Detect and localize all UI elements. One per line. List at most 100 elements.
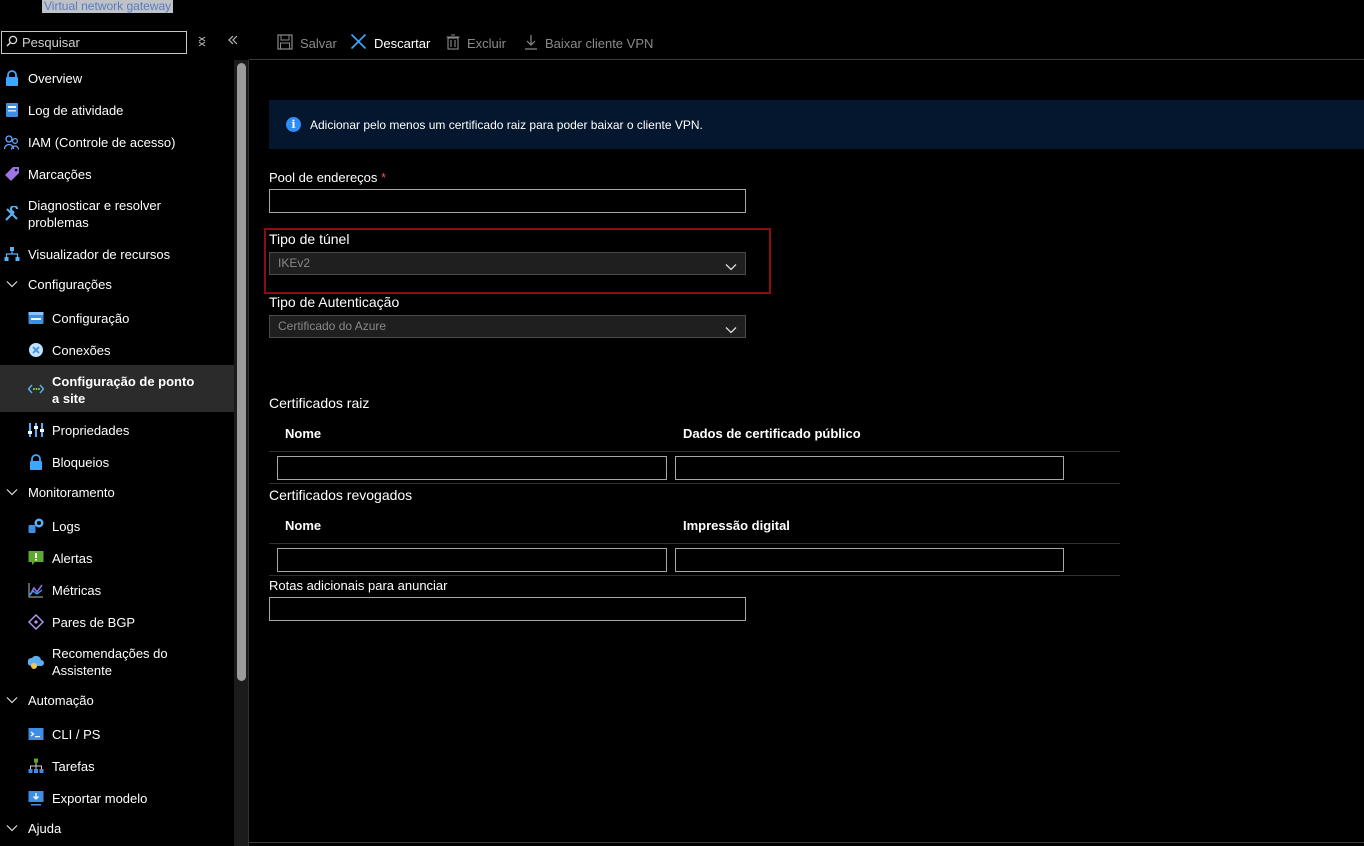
- download-label: Baixar cliente VPN: [545, 35, 654, 51]
- auth-type-select[interactable]: Certificado do Azure: [269, 315, 746, 338]
- sidebar-item-label: Assistente: [52, 663, 112, 678]
- address-pool-label: Pool de endereços *: [269, 170, 386, 185]
- close-icon: [350, 33, 367, 53]
- sidebar-item-label: Visualizador de recursos: [28, 247, 171, 262]
- tunnel-type-label: Tipo de túnel: [269, 231, 350, 247]
- download-vpn-client-button[interactable]: Baixar cliente VPN: [524, 33, 653, 53]
- sidebar-item-logs[interactable]: Logs: [0, 516, 234, 536]
- hierarchy-icon: [4, 246, 20, 262]
- metrics-icon: [28, 582, 44, 598]
- sidebar-item-iam[interactable]: IAM (Controle de acesso): [0, 132, 234, 152]
- sidebar-item-label: Propriedades: [52, 423, 130, 438]
- sidebar-group-monitoring[interactable]: Monitoramento: [0, 482, 234, 502]
- sidebar-item-label: Conexões: [52, 343, 111, 358]
- sidebar-item-export-template[interactable]: Exportar modelo: [0, 788, 234, 808]
- command-bar: Salvar Descartar Excluir Baixar cliente …: [249, 28, 1364, 60]
- terminal-icon: [28, 726, 44, 742]
- additional-routes-input[interactable]: [269, 597, 746, 621]
- sidebar-item-label: CLI / PS: [52, 727, 101, 742]
- sidebar-item-tags[interactable]: Marcações: [0, 164, 234, 184]
- sidebar-item-bgp-peers[interactable]: Pares de BGP: [0, 612, 234, 632]
- sidebar-item-overview[interactable]: Overview: [0, 68, 234, 88]
- tasks-icon: [28, 758, 44, 774]
- sidebar-item-label: Marcações: [28, 167, 92, 182]
- divider: [248, 60, 249, 846]
- tag-icon: [4, 166, 20, 182]
- properties-icon: [28, 422, 44, 438]
- discard-button[interactable]: Descartar: [350, 33, 430, 53]
- additional-routes-label: Rotas adicionais para anunciar: [269, 578, 448, 593]
- sidebar-item-label: Logs: [52, 519, 81, 534]
- delete-button[interactable]: Excluir: [446, 33, 506, 53]
- chevron-down-icon: [4, 692, 20, 708]
- sidebar-item-label: Alertas: [52, 551, 93, 566]
- revoked-certificates-title: Certificados revogados: [269, 487, 413, 503]
- root-col-data: Dados de certificado público: [683, 426, 861, 441]
- sidebar-item-locks[interactable]: Bloqueios: [0, 452, 234, 472]
- auth-type-label: Tipo de Autenticação: [269, 294, 400, 310]
- chevron-down-icon: [4, 484, 20, 500]
- sidebar-item-label: Diagnosticar e resolver: [28, 198, 161, 213]
- lock-icon: [4, 70, 20, 86]
- divider: [249, 842, 1364, 843]
- revoked-col-name: Nome: [285, 518, 322, 533]
- sidebar-item-tasks[interactable]: Tarefas: [0, 756, 234, 776]
- download-icon: [524, 34, 538, 53]
- sidebar-item-label: problemas: [28, 215, 89, 230]
- sidebar-group-help[interactable]: Ajuda: [0, 818, 234, 838]
- auth-type-value: Certificado do Azure: [278, 319, 387, 333]
- advisor-icon: [28, 654, 44, 670]
- sidebar-item-configuration[interactable]: Configuração: [0, 308, 234, 328]
- sidebar-item-metrics[interactable]: Métricas: [0, 580, 234, 600]
- chevron-down-icon: [4, 820, 20, 836]
- sidebar-item-activity-log[interactable]: Log de atividade: [0, 100, 234, 120]
- people-icon: [4, 134, 20, 150]
- address-pool-input[interactable]: [269, 189, 746, 213]
- sidebar-item-point-to-site[interactable]: Configuração de ponto a site: [0, 365, 234, 412]
- chevron-down-icon: [4, 276, 20, 292]
- sidebar-item-diagnose[interactable]: Diagnosticar e resolver problemas: [0, 196, 234, 232]
- sidebar-item-advisor[interactable]: Recomendações do Assistente: [0, 644, 234, 680]
- table-divider: [269, 483, 1120, 484]
- sidebar-item-alerts[interactable]: Alertas: [0, 548, 234, 568]
- sidebar-item-label: Pares de BGP: [52, 615, 136, 630]
- wrench-icon: [4, 206, 20, 222]
- sidebar-item-properties[interactable]: Propriedades: [0, 420, 234, 440]
- chevron-down-icon: [725, 321, 737, 334]
- bgp-icon: [28, 614, 44, 630]
- table-divider: [269, 543, 1120, 544]
- address-pool-label-text: Pool de endereços: [269, 170, 378, 185]
- root-cert-data-input[interactable]: [675, 456, 1064, 480]
- sidebar-item-resource-visualizer[interactable]: Visualizador de recursos: [0, 244, 234, 264]
- sidebar-item-cli-ps[interactable]: CLI / PS: [0, 724, 234, 744]
- delete-label: Excluir: [467, 35, 507, 51]
- sidebar-item-label: Configuração de ponto: [52, 374, 195, 389]
- sidebar-item-label: Monitoramento: [28, 485, 115, 500]
- trash-icon: [446, 33, 460, 53]
- alert-icon: [28, 550, 44, 566]
- tunnel-type-select[interactable]: IKEv2: [269, 252, 746, 275]
- log-icon: [4, 102, 20, 118]
- sidebar-item-label: Recomendações do: [52, 646, 168, 661]
- tunnel-type-value: IKEv2: [278, 256, 311, 270]
- revoked-cert-name-input[interactable]: [277, 548, 667, 572]
- sidebar-item-label: Métricas: [52, 583, 102, 598]
- revoked-cert-thumbprint-input[interactable]: [675, 548, 1064, 572]
- info-icon: i: [286, 117, 301, 132]
- sidebar-scrollbar-thumb[interactable]: [237, 63, 246, 681]
- discard-label: Descartar: [374, 35, 431, 51]
- root-cert-name-input[interactable]: [277, 456, 667, 480]
- sidebar-item-label: Overview: [28, 71, 83, 86]
- point-to-site-icon: [28, 381, 44, 397]
- info-banner: i Adicionar pelo menos um certificado ra…: [269, 100, 1364, 149]
- sidebar-item-label: IAM (Controle de acesso): [28, 135, 176, 150]
- table-divider: [269, 451, 1120, 452]
- root-col-name: Nome: [285, 426, 322, 441]
- sidebar-item-label: a site: [52, 391, 86, 406]
- sidebar-item-label: Automação: [28, 693, 94, 708]
- sidebar-item-connections[interactable]: Conexões: [0, 340, 234, 360]
- sidebar-item-label: Configuração: [52, 311, 130, 326]
- sidebar-group-settings[interactable]: Configurações: [0, 274, 234, 294]
- save-button[interactable]: Salvar: [277, 33, 337, 53]
- sidebar-group-automation[interactable]: Automação: [0, 690, 234, 710]
